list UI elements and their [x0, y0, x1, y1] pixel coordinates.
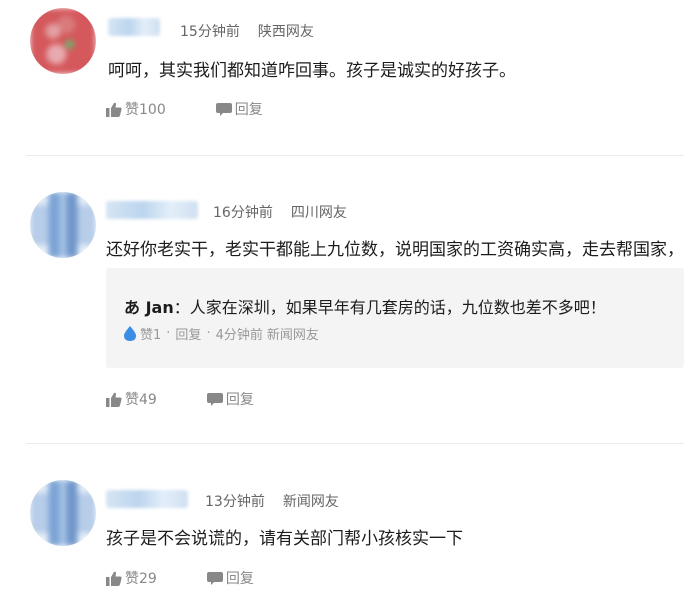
thumbs-up-icon: [106, 102, 122, 117]
speech-bubble-icon: [206, 392, 223, 406]
quoted-reply-location: 新闻网友: [266, 328, 319, 343]
quoted-reply-button[interactable]: 回复: [175, 324, 201, 343]
reply-label: 回复: [225, 571, 254, 587]
username-blurred[interactable]: [106, 490, 188, 508]
comment-time: 13分钟前: [205, 494, 265, 510]
avatar[interactable]: [30, 192, 96, 258]
comment-actions: 赞100 回复: [106, 99, 313, 119]
quoted-reply-meta: 赞1 · 回复 · 4分钟前 新闻网友: [124, 324, 319, 343]
comment-meta: 15分钟前 陕西网友: [180, 21, 332, 41]
reply-button[interactable]: 回复: [206, 389, 254, 409]
comment-meta: 16分钟前 四川网友: [213, 202, 365, 222]
reply-button[interactable]: 回复: [206, 568, 254, 588]
quoted-reply-text: あ Jan：人家在深圳，如果早年有几套房的话，九位数也差不多吧！: [124, 294, 606, 318]
comment-text: 呵呵，其实我们都知道咋回事。孩子是诚实的好孩子。: [108, 61, 516, 81]
meta-dot: ·: [206, 326, 211, 341]
like-button[interactable]: 赞29: [106, 568, 157, 588]
thumbs-up-icon: [106, 392, 122, 407]
comment-location: 陕西网友: [257, 24, 314, 40]
username-blurred[interactable]: [106, 201, 198, 219]
like-count: 赞29: [125, 571, 157, 587]
comment-text: 还好你老实干，老实干都能上九位数，说明国家的工资确实高，走去帮国家，: [106, 240, 684, 260]
like-count: 赞100: [125, 102, 166, 118]
quoted-reply-separator: ：: [173, 298, 190, 317]
quoted-reply: あ Jan：人家在深圳，如果早年有几套房的话，九位数也差不多吧！ 赞1 · 回复…: [106, 268, 684, 368]
avatar[interactable]: [30, 480, 96, 546]
avatar[interactable]: [30, 8, 96, 74]
meta-dot: ·: [166, 326, 171, 341]
quoted-reply-author[interactable]: あ Jan: [124, 298, 174, 317]
comment-location: 四川网友: [290, 205, 347, 221]
comment-divider: [26, 443, 684, 444]
like-button[interactable]: 赞100: [106, 99, 166, 119]
comment-time: 16分钟前: [213, 205, 273, 221]
comment-time: 15分钟前: [180, 24, 240, 40]
reply-label: 回复: [234, 102, 263, 118]
comment-location: 新闻网友: [282, 494, 339, 510]
speech-bubble-icon: [215, 102, 232, 116]
comment-actions: 赞29 回复: [106, 568, 304, 588]
like-count: 赞49: [125, 392, 157, 408]
comment-text: 孩子是不会说谎的，请有关部门帮小孩核实一下: [106, 529, 463, 549]
comment-actions: 赞49 回复: [106, 389, 304, 409]
username-blurred[interactable]: [108, 18, 160, 36]
quoted-reply-body: 人家在深圳，如果早年有几套房的话，九位数也差不多吧！: [189, 298, 606, 317]
speech-bubble-icon: [206, 571, 223, 585]
like-button[interactable]: 赞49: [106, 389, 157, 409]
quoted-like-count[interactable]: 赞1: [140, 324, 161, 343]
quoted-reply-time: 4分钟前: [215, 328, 263, 343]
comment-divider: [26, 155, 684, 156]
comment-meta: 13分钟前 新闻网友: [205, 491, 357, 511]
reply-button[interactable]: 回复: [215, 99, 263, 119]
reply-label: 回复: [225, 392, 254, 408]
water-drop-icon[interactable]: [124, 326, 136, 341]
thumbs-up-icon: [106, 571, 122, 586]
